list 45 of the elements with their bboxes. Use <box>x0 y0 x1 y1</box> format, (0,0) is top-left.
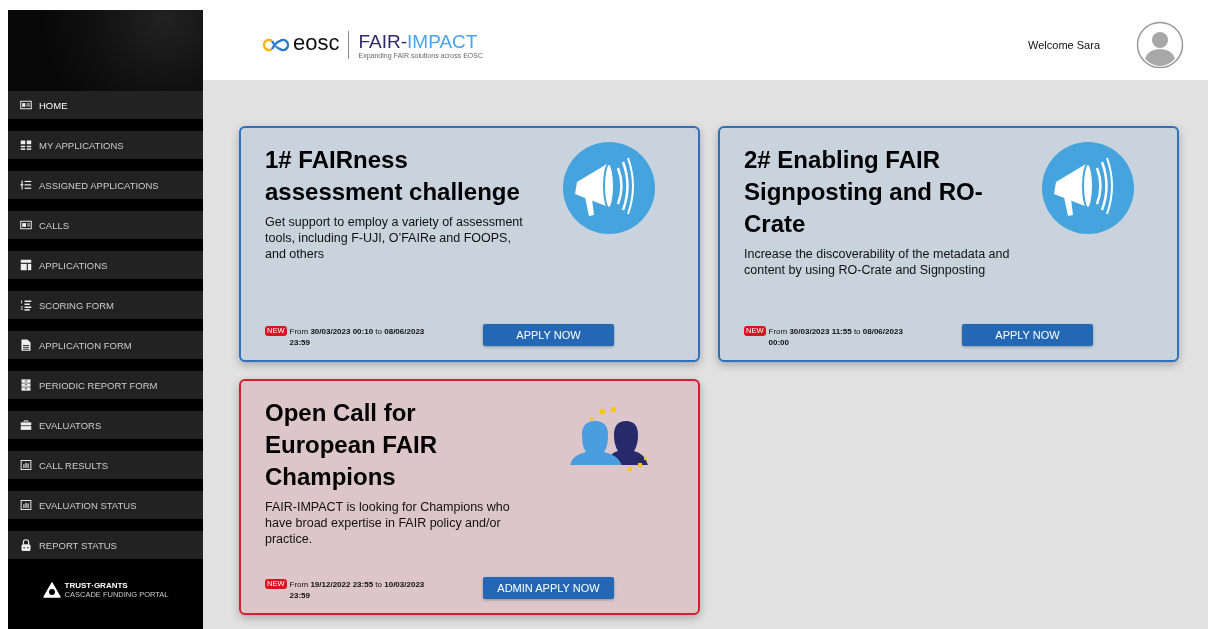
avatar-icon[interactable] <box>1136 21 1184 69</box>
nav-item[interactable]: ASSIGNED APPLICATIONS <box>8 171 203 199</box>
card-description: Get support to employ a variety of assessment tools, including F-UJI, O’FAIRe and FOOPS, and others <box>265 214 524 262</box>
eosc-logo-icon <box>263 38 289 52</box>
apply-button[interactable]: ADMIN APPLY NOW <box>483 577 614 599</box>
eosc-logo-text: eosc <box>293 32 340 54</box>
nav-item[interactable]: MY APPLICATIONS <box>8 131 203 159</box>
cabinet-icon <box>20 379 32 391</box>
date-range: From 30/03/2023 11:55 to 08/06/2023 00:00 <box>768 326 904 348</box>
layout-icon <box>20 259 32 271</box>
numbered-list-icon <box>20 299 32 311</box>
grid-list-icon <box>20 139 32 151</box>
card-title: 1# FAIRness assessment challenge <box>265 145 521 207</box>
window-icon <box>20 99 32 111</box>
bar-chart-icon <box>20 459 32 471</box>
briefcase-icon <box>20 419 32 431</box>
card-title: 2# Enabling FAIR Signposting and RO-Crate <box>744 145 984 239</box>
nav-item[interactable]: EVALUATORS <box>8 411 203 439</box>
megaphone-icon <box>562 142 655 234</box>
nav-item[interactable]: APPLICATIONS <box>8 251 203 279</box>
fair-impact-logo-text: FAIR-IMPACT <box>358 31 479 52</box>
nav-item[interactable]: HOME <box>8 91 203 119</box>
bar-chart-icon <box>20 499 32 511</box>
document-icon <box>20 339 32 351</box>
nav-item[interactable]: CALLS <box>8 211 203 239</box>
nav-item[interactable]: CALL RESULTS <box>8 451 203 479</box>
indent-list-icon <box>20 179 32 191</box>
nav-item[interactable]: PERIODIC REPORT FORM <box>8 371 203 399</box>
date-range: From 30/03/2023 00:10 to 08/06/2023 23:59 <box>289 326 426 348</box>
nav-item[interactable]: REPORT STATUS <box>8 531 203 559</box>
logo-text: TRUST·GRANTS <box>64 581 129 590</box>
date-range: From 19/12/2022 23:55 to 10/03/2023 23:59 <box>289 579 426 601</box>
apply-button[interactable]: APPLY NOW <box>962 324 1093 346</box>
triangle-logo-icon <box>42 582 61 598</box>
megaphone-icon <box>1041 142 1134 234</box>
apply-button[interactable]: APPLY NOW <box>483 324 614 346</box>
welcome-text: Welcome Sara <box>1028 39 1100 51</box>
nav-item[interactable]: SCORING FORM <box>8 291 203 319</box>
card-description: Increase the discoverability of the metadata and content by using RO-Crate and Signposting <box>744 246 1011 278</box>
card-description: FAIR-IMPACT is looking for Champions who have broad expertise in FAIR policy and/or practice. <box>265 499 511 547</box>
nav-item[interactable]: APPLICATION FORM <box>8 331 203 359</box>
lock-icon <box>20 539 32 551</box>
card-list-icon <box>20 219 32 231</box>
card-title: Open Call for European FAIR Champions <box>265 398 439 492</box>
nav-item[interactable]: EVALUATION STATUS <box>8 491 203 519</box>
